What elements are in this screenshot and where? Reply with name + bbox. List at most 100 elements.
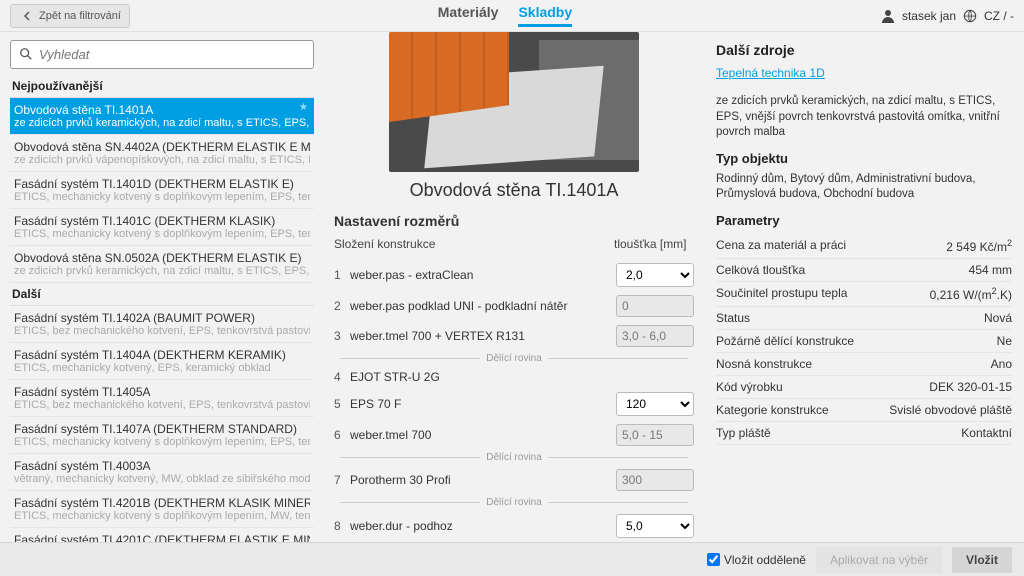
thickness-select[interactable]: 5,0	[616, 514, 694, 538]
param-value: DEK 320-01-15	[929, 380, 1012, 394]
back-button[interactable]: Zpět na filtrování	[10, 4, 130, 28]
list-item[interactable]: Fasádní systém TI.1401D (DEKTHERM ELASTI…	[10, 172, 314, 209]
right-desc: ze zdicích prvků keramických, na zdicí m…	[716, 94, 1012, 141]
layer-name: weber.pas podklad UNI - podkladní nátěr	[350, 299, 616, 313]
list-item[interactable]: Fasádní systém TI.4003Avětraný, mechanic…	[10, 454, 314, 491]
right-panel: Další zdroje Tepelná technika 1D ze zdic…	[704, 32, 1024, 542]
back-label: Zpět na filtrování	[39, 10, 121, 22]
user-icon	[880, 8, 896, 24]
param-value: Svislé obvodové pláště	[889, 403, 1012, 417]
param-row: Kategorie konstrukce Svislé obvodové pláš…	[716, 399, 1012, 422]
list-item-desc: ETICS, bez mechanického kotvení, EPS, te…	[14, 399, 310, 411]
username: stasek jan	[902, 9, 956, 23]
thickness-readonly	[616, 424, 694, 446]
list-item[interactable]: Fasádní systém TI.4201B (DEKTHERM KLASIK…	[10, 491, 314, 528]
list-item[interactable]: Obvodová stěna SN.0502A (DEKTHERM ELASTI…	[10, 246, 314, 283]
layer-number: 6	[334, 428, 350, 442]
search-icon	[18, 46, 34, 62]
thickness-select[interactable]: 120	[616, 392, 694, 416]
insert-separate-checkbox[interactable]: Vložit odděleně	[707, 553, 806, 567]
list-item[interactable]: Fasádní systém TI.4201C (DEKTHERM ELASTI…	[10, 528, 314, 542]
thickness-select[interactable]: 2,0	[616, 263, 694, 287]
list-item-desc: ETICS, mechanicky kotvený s doplňkovým l…	[14, 436, 310, 448]
user-area: stasek jan CZ / -	[880, 8, 1014, 24]
insert-separate-input[interactable]	[707, 553, 720, 566]
composition-label: Složení konstrukce	[334, 237, 614, 251]
layer-number: 2	[334, 299, 350, 313]
chevron-left-icon	[19, 8, 35, 24]
list-item[interactable]: Fasádní systém TI.1407A (DEKTHERM STANDA…	[10, 417, 314, 454]
tabs: Materiály Skladby	[130, 4, 880, 27]
search-input[interactable]	[10, 40, 314, 69]
param-row: Typ pláštěKontaktní	[716, 422, 1012, 445]
param-key: Kód výrobku	[716, 380, 783, 394]
layer-name: weber.tmel 700 + VERTEX R131	[350, 329, 616, 343]
param-value: Ne	[997, 334, 1012, 348]
divider-plane: Dělící rovina	[334, 353, 694, 364]
list-item[interactable]: Fasádní systém TI.1405AETICS, bez mechan…	[10, 380, 314, 417]
center-panel: Obvodová stěna TI.1401A Nastavení rozměr…	[324, 32, 704, 542]
list-item[interactable]: Obvodová stěna SN.4402A (DEKTHERM ELASTI…	[10, 135, 314, 172]
list-item-desc: ze zdicích prvků keramických, na zdicí m…	[14, 117, 310, 129]
param-row: Celková tloušťka 454 mm	[716, 259, 1012, 282]
search-box	[10, 40, 314, 69]
footer: Vložit odděleně Aplikovat na výběr Vloži…	[0, 542, 1024, 576]
layer-value	[616, 295, 694, 317]
layer-value: 5,0	[616, 514, 694, 538]
list-item-title: Fasádní systém TI.1401C (DEKTHERM KLASIK…	[14, 214, 310, 228]
thickness-readonly	[616, 469, 694, 491]
layer-name: EJOT STR-U 2G	[350, 370, 616, 384]
tab-compositions[interactable]: Skladby	[518, 4, 572, 27]
list-item[interactable]: Obvodová stěna TI.1401Aze zdicích prvků …	[10, 98, 314, 135]
top-bar: Zpět na filtrování Materiály Skladby sta…	[0, 0, 1024, 32]
list-item[interactable]: Fasádní systém TI.1404A (DEKTHERM KERAMI…	[10, 343, 314, 380]
list-item-title: Obvodová stěna SN.4402A (DEKTHERM ELASTI…	[14, 140, 310, 154]
layer-number: 1	[334, 268, 350, 282]
list-item[interactable]: Fasádní systém TI.1402A (BAUMIT POWER)ET…	[10, 306, 314, 343]
layer-number: 4	[334, 370, 350, 384]
left-panel: Nejpoužívanější Obvodová stěna TI.1401Az…	[0, 32, 324, 542]
thickness-label: tloušťka [mm]	[614, 237, 694, 251]
thickness-readonly	[616, 325, 694, 347]
cat-most-used: Nejpoužívanější	[10, 75, 314, 98]
param-key: Celková tloušťka	[716, 263, 805, 277]
layer-number: 5	[334, 397, 350, 411]
layer-number: 3	[334, 329, 350, 343]
layer-row: 1weber.pas - extraClean2,0	[334, 259, 694, 291]
param-value: Ano	[991, 357, 1012, 371]
layer-row: 7Porotherm 30 Profi	[334, 465, 694, 495]
param-row: Kód výrobku DEK 320-01-15	[716, 376, 1012, 399]
param-key: Typ pláště	[716, 426, 771, 440]
list-item-desc: ETICS, bez mechanického kotvení, EPS, te…	[14, 325, 310, 337]
insert-button[interactable]: Vložit	[952, 547, 1012, 573]
param-row: Součinitel prostupu tepla0,216 W/(m2.K)	[716, 282, 1012, 307]
layer-row: 5EPS 70 F120	[334, 388, 694, 420]
layer-row: 3weber.tmel 700 + VERTEX R131	[334, 321, 694, 351]
param-key: Kategorie konstrukce	[716, 403, 829, 417]
layer-row: 4EJOT STR-U 2G	[334, 366, 694, 388]
list-item-desc: ETICS, mechanicky kotvený s doplňkovým l…	[14, 191, 310, 203]
list-item-title: Fasádní systém TI.4003A	[14, 459, 310, 473]
list-item-title: Fasádní systém TI.1407A (DEKTHERM STANDA…	[14, 422, 310, 436]
list-item-title: Fasádní systém TI.1405A	[14, 385, 310, 399]
list-item-title: Fasádní systém TI.4201C (DEKTHERM ELASTI…	[14, 533, 310, 542]
list-item-desc: ETICS, mechanicky kotvený, EPS, keramick…	[14, 362, 310, 374]
wall-preview	[389, 32, 639, 172]
param-key: Součinitel prostupu tepla	[716, 286, 847, 302]
param-row: StatusNová	[716, 307, 1012, 330]
layer-name: weber.pas - extraClean	[350, 268, 616, 282]
param-key: Nosná konstrukce	[716, 357, 812, 371]
thickness-readonly	[616, 295, 694, 317]
param-row: Cena za materiál a práci2 549 Kč/m2	[716, 234, 1012, 259]
locale: CZ / -	[984, 9, 1014, 23]
detail-title: Obvodová stěna TI.1401A	[334, 180, 694, 201]
param-value: 454 mm	[969, 263, 1012, 277]
layer-value	[616, 424, 694, 446]
link-thermal[interactable]: Tepelná technika 1D	[716, 66, 825, 80]
list-item[interactable]: Fasádní systém TI.1401C (DEKTHERM KLASIK…	[10, 209, 314, 246]
tab-materials[interactable]: Materiály	[438, 4, 499, 27]
apply-selection-button[interactable]: Aplikovat na výběr	[816, 547, 942, 573]
layer-value	[616, 469, 694, 491]
divider-plane: Dělící rovina	[334, 497, 694, 508]
globe-icon	[962, 8, 978, 24]
